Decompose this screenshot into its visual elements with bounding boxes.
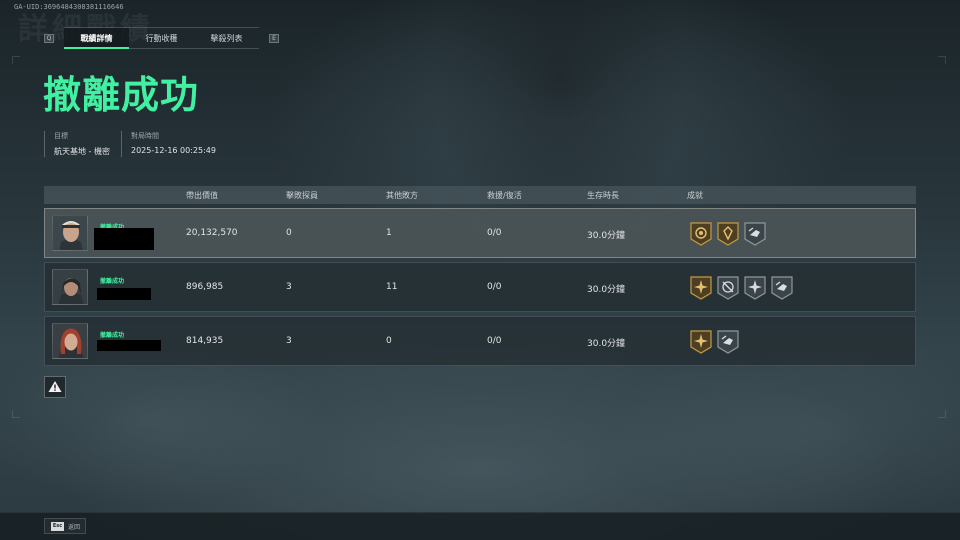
rescue: 0/0 xyxy=(487,336,502,346)
esc-key-hint: Esc xyxy=(51,522,64,531)
extract-value: 20,132,570 xyxy=(186,228,238,238)
other-defeated: 11 xyxy=(386,282,398,292)
back-label: 返回 xyxy=(68,524,81,531)
time-value: 2025-12-16 00:25:49 xyxy=(131,146,216,155)
frame-corner xyxy=(12,56,20,64)
time-label: 對局時間 xyxy=(131,132,159,140)
status-badge: 撤離成功 xyxy=(100,278,125,285)
hand-badge-icon[interactable] xyxy=(771,276,793,300)
header-extract-value: 帶出價值 xyxy=(186,191,218,200)
rescue: 0/0 xyxy=(487,282,502,292)
gold-medal-icon[interactable] xyxy=(717,222,739,246)
stats-table: 帶出價值 擊敗探員 其他敗方 救援/復活 生存時長 成就 撤離成功 20,132… xyxy=(44,186,916,366)
tab-kill-list[interactable]: 擊殺列表 xyxy=(194,28,259,49)
uid-label: GA-UID:3696484308381116646 xyxy=(14,3,124,11)
other-defeated: 0 xyxy=(386,336,392,346)
target-label: 目標 xyxy=(54,132,68,140)
table-row[interactable]: 撤離成功 814,935 3 0 0/0 30.0分鐘 xyxy=(44,316,916,366)
gold-star-icon[interactable] xyxy=(690,330,712,354)
header-survival-time: 生存時長 xyxy=(587,191,619,200)
e-key-hint[interactable]: E xyxy=(269,34,279,43)
rescue: 0/0 xyxy=(487,228,502,238)
frame-corner xyxy=(12,410,20,418)
tab-loot[interactable]: 行動收穫 xyxy=(129,28,194,49)
gold-star-icon[interactable] xyxy=(690,276,712,300)
result-title: 撤離成功 xyxy=(43,73,200,117)
hand-badge-icon[interactable] xyxy=(744,222,766,246)
other-defeated: 1 xyxy=(386,228,392,238)
achievements xyxy=(690,276,798,300)
achievements xyxy=(690,222,771,246)
header-achievements: 成就 xyxy=(687,191,703,200)
avatar xyxy=(52,269,88,305)
table-row[interactable]: 撤離成功 896,985 3 11 0/0 30.0分鐘 xyxy=(44,262,916,312)
survival-time: 30.0分鐘 xyxy=(587,339,626,349)
survival-time: 30.0分鐘 xyxy=(587,285,626,295)
table-row[interactable]: 撤離成功 20,132,570 0 1 0/0 30.0分鐘 xyxy=(44,208,916,258)
warning-icon xyxy=(48,381,62,392)
player-name-redacted xyxy=(97,340,161,351)
status-badge: 撤離成功 xyxy=(100,332,125,339)
header-other-defeated: 其他敗方 xyxy=(386,191,418,200)
avatar xyxy=(52,215,88,251)
kills: 0 xyxy=(286,228,292,238)
kills: 3 xyxy=(286,336,292,346)
report-button[interactable] xyxy=(44,376,66,398)
back-button[interactable]: Esc 返回 xyxy=(44,518,86,534)
extract-value: 814,935 xyxy=(186,336,224,346)
player-name-redacted xyxy=(94,228,154,250)
crosshair-badge-icon[interactable] xyxy=(717,276,739,300)
frame-corner xyxy=(938,56,946,64)
target-info: 目標 航天基地 - 機密 xyxy=(44,131,110,157)
table-header: 帶出價值 擊敗探員 其他敗方 救援/復活 生存時長 成就 xyxy=(44,186,916,204)
time-info: 對局時間 2025-12-16 00:25:49 xyxy=(121,131,216,157)
gold-medal-icon[interactable] xyxy=(690,222,712,246)
survival-time: 30.0分鐘 xyxy=(587,231,626,241)
footer-bar: Esc 返回 xyxy=(0,512,960,540)
tab-bar: Q 戰績詳情 行動收穫 擊殺列表 E xyxy=(44,27,279,49)
hand-badge-icon[interactable] xyxy=(717,330,739,354)
avatar xyxy=(52,323,88,359)
achievements xyxy=(690,330,744,354)
extract-value: 896,985 xyxy=(186,282,224,292)
tab-match-details[interactable]: 戰績詳情 xyxy=(64,28,129,49)
burst-badge-icon[interactable] xyxy=(744,276,766,300)
player-name-redacted xyxy=(97,288,151,300)
tab-list: 戰績詳情 行動收穫 擊殺列表 xyxy=(64,27,259,49)
q-key-hint[interactable]: Q xyxy=(44,34,54,43)
header-kills: 擊敗探員 xyxy=(286,191,318,200)
kills: 3 xyxy=(286,282,292,292)
header-rescue: 救援/復活 xyxy=(487,191,522,200)
target-value: 航天基地 - 機密 xyxy=(54,147,110,156)
frame-corner xyxy=(938,410,946,418)
